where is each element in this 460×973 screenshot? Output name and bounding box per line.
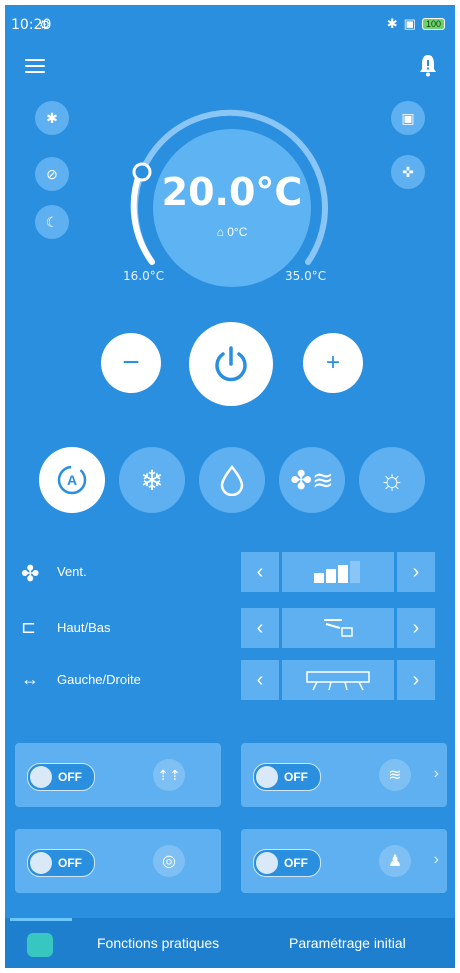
chevron-right-icon: › — [412, 616, 420, 639]
light-toggle-state: OFF — [58, 856, 82, 870]
display-button[interactable]: ▣ — [391, 101, 425, 135]
vertical-swing-label: Haut/Bas — [57, 620, 111, 635]
status-bar: 10:20 ⚙ ✱ ▣ 100 — [5, 5, 455, 45]
fan-speed-label: Vent. — [57, 564, 87, 579]
turbo-toggle-state: OFF — [58, 770, 82, 784]
active-tab-indicator — [10, 918, 72, 921]
screen-icon: ▣ — [401, 109, 415, 126]
sim-icon: ▣ — [403, 16, 416, 31]
plus-icon: + — [325, 349, 340, 376]
vertical-swing-icon: ⊏ — [21, 617, 37, 637]
horizontal-swing-row: ↔ Gauche/Droite ‹ › — [5, 660, 455, 700]
fan-speed-row: ✤ Vent. ‹ › — [5, 552, 455, 592]
power-button[interactable] — [189, 322, 273, 406]
airflow-toggle-state: OFF — [284, 770, 308, 784]
turbo-icon: ⇡⇡ — [153, 759, 185, 791]
toggle-knob — [256, 766, 278, 788]
bulb-icon: ◎ — [153, 845, 185, 877]
schedule-off-button[interactable]: ⊘ — [35, 157, 69, 191]
increase-temp-button[interactable]: + — [303, 333, 363, 393]
status-right-icons: ✱ ▣ 100 — [387, 16, 445, 32]
chevron-left-icon: ‹ — [256, 616, 264, 639]
light-toggle[interactable]: OFF — [27, 849, 95, 877]
bluetooth-icon: ✱ — [46, 109, 58, 126]
vane-position-icon — [324, 619, 353, 637]
bell-icon[interactable] — [417, 53, 439, 77]
mode-fan-button[interactable]: ✤≋ — [279, 447, 345, 513]
clean-button[interactable]: ✜ — [391, 155, 425, 189]
fan-icon: ✤ — [21, 561, 40, 586]
clean-icon: ✜ — [402, 163, 414, 180]
chevron-left-icon: ‹ — [256, 668, 264, 691]
airflow-icon: ≋ — [379, 759, 411, 791]
chevron-right-icon: › — [412, 560, 420, 583]
fan-speed-selector: ‹ › — [241, 552, 435, 592]
ac-unit-icon — [306, 671, 370, 691]
auto-mode-icon: A — [57, 465, 87, 495]
droplet-icon — [220, 465, 244, 496]
tab-functions[interactable]: Fonctions pratiques — [97, 935, 219, 951]
toggle-knob — [30, 852, 52, 874]
vertical-swing-next-button[interactable]: › — [397, 608, 435, 648]
snowflake-icon: ❄ — [140, 464, 164, 496]
horizontal-swing-selector: ‹ › — [241, 660, 435, 700]
chevron-right-icon: › — [433, 765, 439, 782]
fan-mode-icon: ✤≋ — [290, 464, 334, 495]
decrease-temp-button[interactable]: − — [101, 333, 161, 393]
vertical-swing-row: ⊏ Haut/Bas ‹ › — [5, 608, 455, 648]
horizontal-swing-icon: ↔ — [21, 669, 39, 689]
person-sensor-toggle[interactable]: OFF — [253, 849, 321, 877]
tab-settings[interactable]: Paramétrage initial — [289, 935, 406, 951]
status-icons: ⚙ — [39, 17, 51, 32]
horizontal-swing-prev-button[interactable]: ‹ — [241, 660, 279, 700]
vertical-swing-value — [282, 608, 394, 648]
menu-icon[interactable] — [25, 59, 45, 73]
power-icon — [215, 346, 247, 382]
mode-cool-button[interactable]: ❄ — [119, 447, 185, 513]
vertical-swing-selector: ‹ › — [241, 608, 435, 648]
airflow-toggle[interactable]: OFF — [253, 763, 321, 791]
battery-icon: 100 — [421, 18, 445, 30]
turbo-toggle[interactable]: OFF — [27, 763, 95, 791]
minus-icon: − — [122, 346, 140, 379]
mode-auto-button[interactable]: A — [39, 447, 105, 513]
sun-icon: ☼ — [379, 464, 405, 495]
min-temp-label: 16.0°C — [123, 269, 165, 283]
svg-text:A: A — [67, 472, 77, 488]
mode-dry-button[interactable] — [199, 447, 265, 513]
chevron-left-icon: ‹ — [256, 560, 264, 583]
fan-speed-prev-button[interactable]: ‹ — [241, 552, 279, 592]
chevron-right-icon: › — [412, 668, 420, 691]
sleep-button[interactable]: ☾ — [35, 205, 69, 239]
home-tab-icon[interactable] — [27, 933, 53, 957]
person-sensor-icon: ♟ — [379, 845, 411, 877]
person-sensor-card[interactable]: OFF ♟ › — [241, 829, 447, 893]
fan-speed-value — [282, 552, 394, 592]
house-icon: ⌂ — [216, 225, 224, 239]
horizontal-swing-value — [282, 660, 394, 700]
turbo-card: OFF ⇡⇡ — [15, 743, 221, 807]
schedule-off-icon: ⊘ — [46, 165, 58, 182]
max-temp-label: 35.0°C — [285, 269, 327, 283]
bluetooth-status-icon: ✱ — [386, 16, 398, 31]
moon-icon: ☾ — [45, 213, 59, 230]
fan-speed-next-button[interactable]: › — [397, 552, 435, 592]
horizontal-swing-label: Gauche/Droite — [57, 672, 141, 687]
fan-level-bars-icon — [314, 561, 360, 583]
outdoor-temp-value: 0°C — [227, 225, 248, 239]
horizontal-swing-next-button[interactable]: › — [397, 660, 435, 700]
person-sensor-toggle-state: OFF — [284, 856, 308, 870]
target-temperature: 20.0°C — [161, 170, 303, 214]
app-screen: 10:20 ⚙ ✱ ▣ 100 ✱ ⊘ ☾ ▣ ✜ 20.0°C ⌂ 0°C 1… — [5, 5, 455, 968]
toggle-knob — [256, 852, 278, 874]
chevron-right-icon: › — [433, 851, 439, 868]
bottom-tab-bar: Fonctions pratiques Paramétrage initial — [5, 918, 455, 968]
light-card: OFF ◎ — [15, 829, 221, 893]
mode-heat-button[interactable]: ☼ — [359, 447, 425, 513]
toggle-knob — [30, 766, 52, 788]
bluetooth-button[interactable]: ✱ — [35, 101, 69, 135]
outdoor-temperature: ⌂ 0°C — [153, 225, 311, 239]
vertical-swing-prev-button[interactable]: ‹ — [241, 608, 279, 648]
airflow-card[interactable]: OFF ≋ › — [241, 743, 447, 807]
